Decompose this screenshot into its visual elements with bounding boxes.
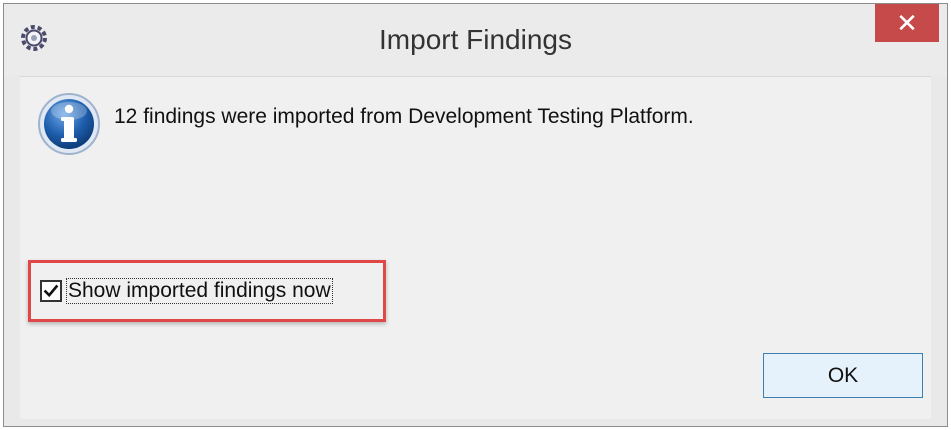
- show-findings-checkbox-row[interactable]: Show imported findings now: [40, 278, 333, 304]
- window-title: Import Findings: [379, 24, 572, 55]
- checkmark-icon: [43, 284, 59, 298]
- title-bar[interactable]: Import Findings ✕: [4, 4, 947, 76]
- close-button[interactable]: ✕: [875, 4, 939, 42]
- ok-button[interactable]: OK: [763, 353, 923, 398]
- import-result-message: 12 findings were imported from Developme…: [114, 105, 694, 128]
- show-findings-checkbox[interactable]: [40, 280, 62, 302]
- import-findings-dialog: Import Findings ✕ 12 findings were impor…: [3, 3, 948, 427]
- dialog-content: 12 findings were imported from Developme…: [20, 76, 931, 419]
- info-icon: [38, 93, 100, 155]
- show-findings-label[interactable]: Show imported findings now: [66, 278, 333, 304]
